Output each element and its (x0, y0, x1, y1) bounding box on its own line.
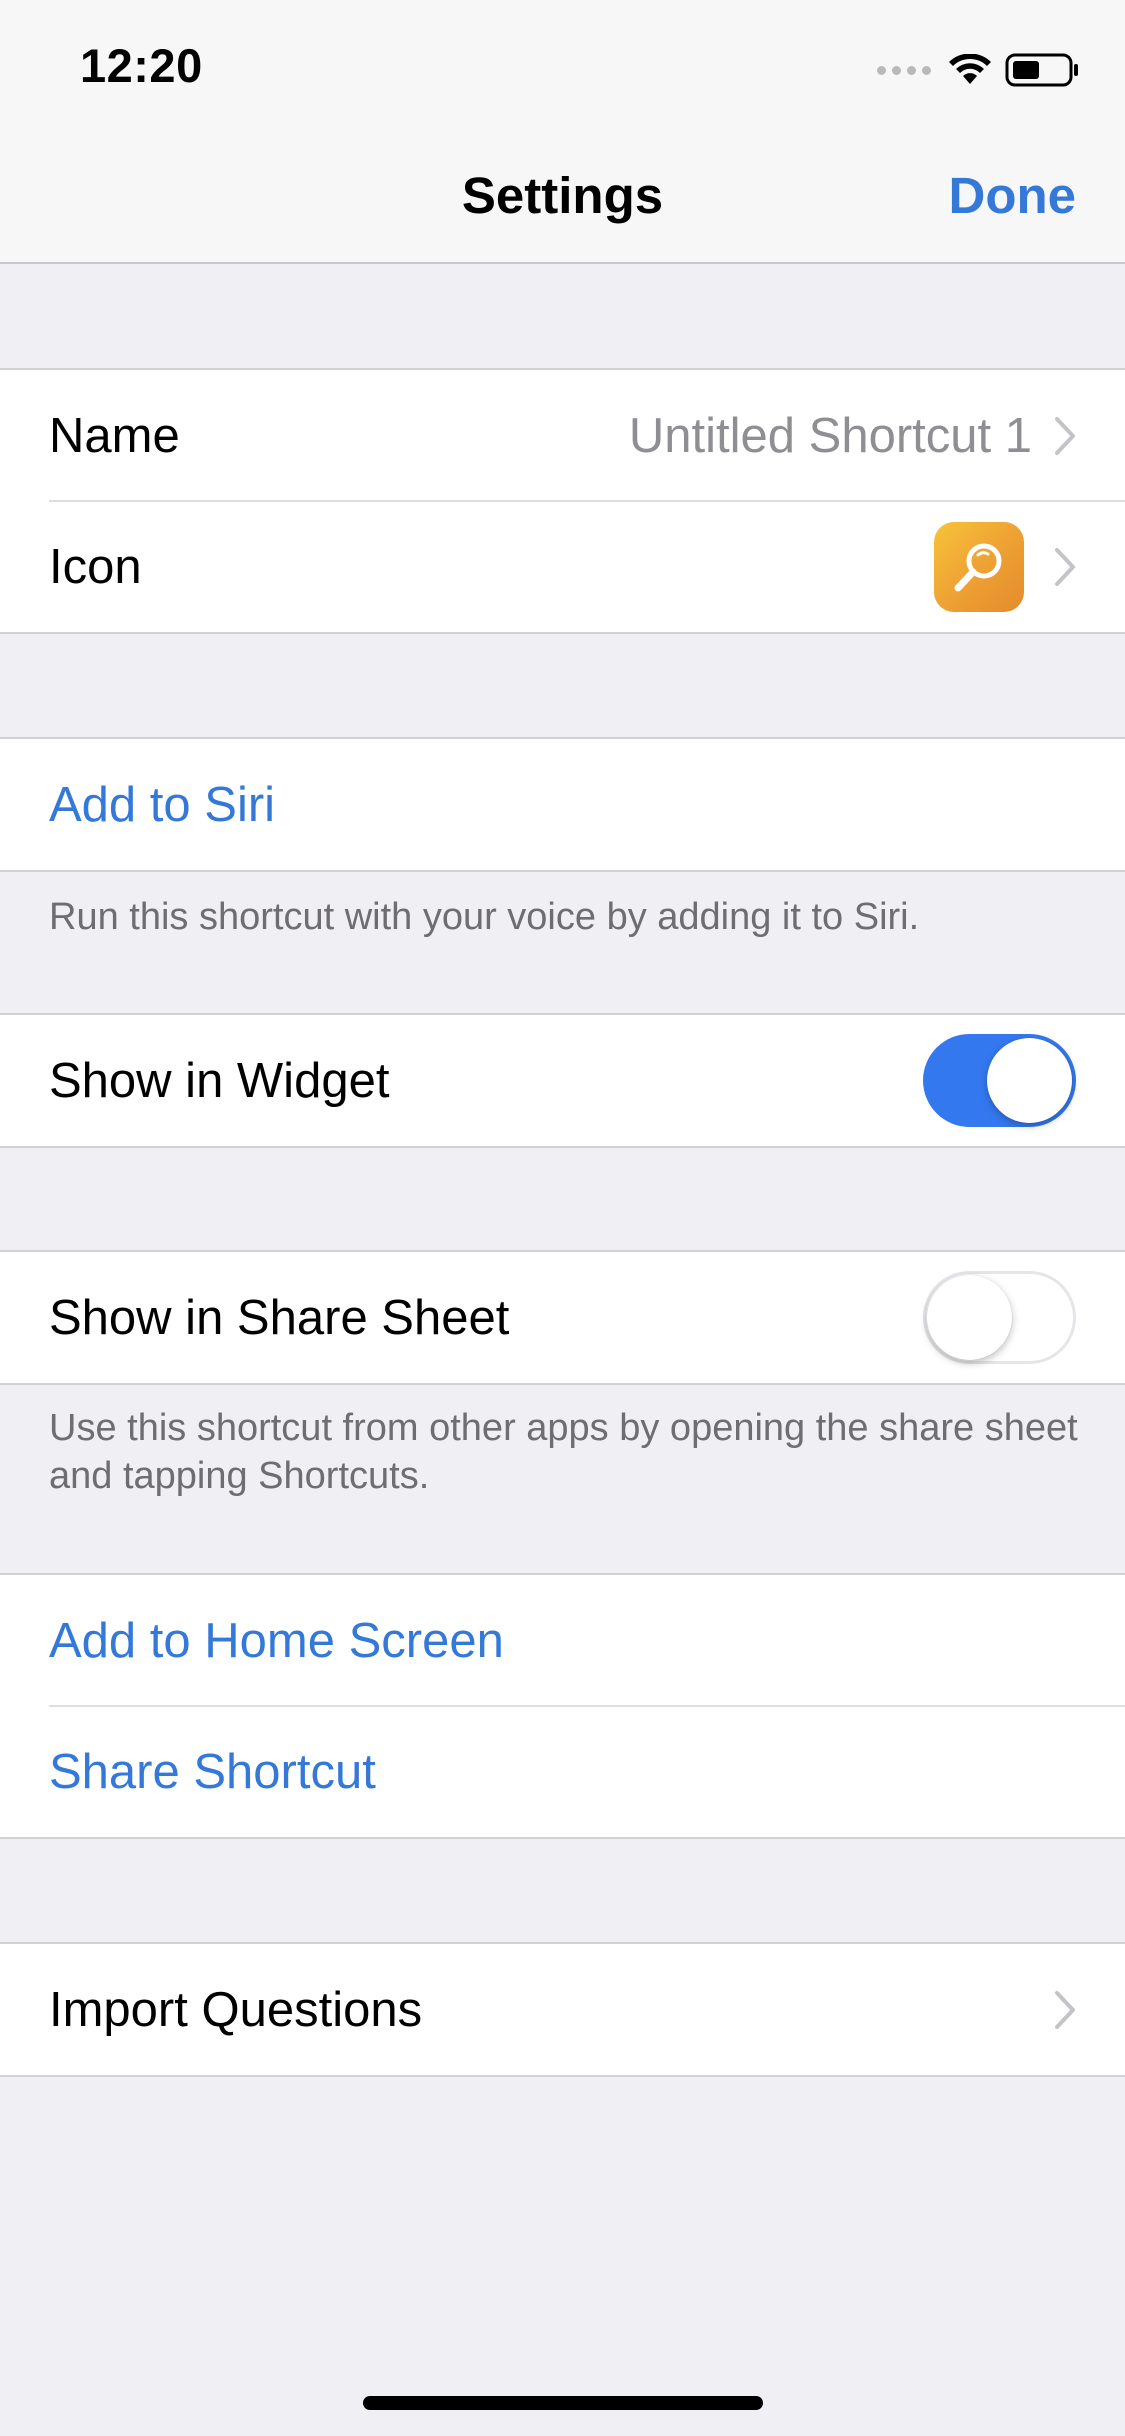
show-in-share-sheet-row: Show in Share Sheet (0, 1252, 1125, 1383)
show-in-widget-row: Show in Widget (0, 1015, 1125, 1146)
battery-icon (1005, 53, 1078, 87)
share-sheet-group: Show in Share Sheet (0, 1250, 1125, 1385)
siri-group: Add to Siri (0, 737, 1125, 872)
icon-label: Icon (49, 539, 142, 594)
share-shortcut-button[interactable]: Share Shortcut (49, 1744, 1076, 1800)
shortcut-icon-preview (934, 521, 1024, 612)
add-to-siri-row[interactable]: Add to Siri (0, 739, 1125, 870)
name-row[interactable]: Name Untitled Shortcut 1 (0, 370, 1125, 501)
done-button[interactable]: Done (949, 166, 1077, 225)
status-bar: 12:20 (0, 0, 1125, 132)
toggle-knob (927, 1275, 1012, 1360)
magnifying-glass-icon (954, 543, 1002, 591)
share-shortcut-row[interactable]: Share Shortcut (0, 1705, 1125, 1837)
add-to-home-screen-button[interactable]: Add to Home Screen (49, 1613, 1076, 1669)
toggle-knob (987, 1038, 1072, 1123)
add-to-siri-button[interactable]: Add to Siri (49, 777, 1076, 833)
name-value: Untitled Shortcut 1 (628, 408, 1032, 463)
import-questions-label: Import Questions (49, 1982, 423, 2037)
identity-group: Name Untitled Shortcut 1 Icon (0, 368, 1125, 634)
icon-row[interactable]: Icon (0, 500, 1125, 632)
navigation-bar: Settings Done (0, 132, 1125, 264)
show-in-widget-label: Show in Widget (49, 1053, 390, 1108)
status-icons (877, 48, 1081, 92)
chevron-right-icon (1055, 416, 1075, 455)
chevron-right-icon (1055, 547, 1075, 586)
chevron-right-icon (1055, 1990, 1075, 2029)
wifi-icon (949, 54, 991, 84)
share-sheet-footer-note: Use this shortcut from other apps by ope… (49, 1407, 1078, 1497)
siri-footer-note: Run this shortcut with your voice by add… (49, 896, 920, 938)
add-to-home-screen-row[interactable]: Add to Home Screen (0, 1575, 1125, 1706)
import-questions-row[interactable]: Import Questions (0, 1944, 1125, 2075)
show-in-share-sheet-label: Show in Share Sheet (49, 1290, 510, 1345)
widget-group: Show in Widget (0, 1013, 1125, 1148)
name-label: Name (49, 408, 180, 463)
cellular-signal-icon (877, 65, 931, 75)
home-indicator[interactable] (363, 2396, 763, 2410)
show-in-widget-toggle[interactable] (923, 1034, 1076, 1127)
status-time: 12:20 (80, 39, 203, 92)
import-group: Import Questions (0, 1942, 1125, 2077)
actions-group: Add to Home Screen Share Shortcut (0, 1573, 1125, 1839)
show-in-share-sheet-toggle[interactable] (923, 1271, 1076, 1364)
